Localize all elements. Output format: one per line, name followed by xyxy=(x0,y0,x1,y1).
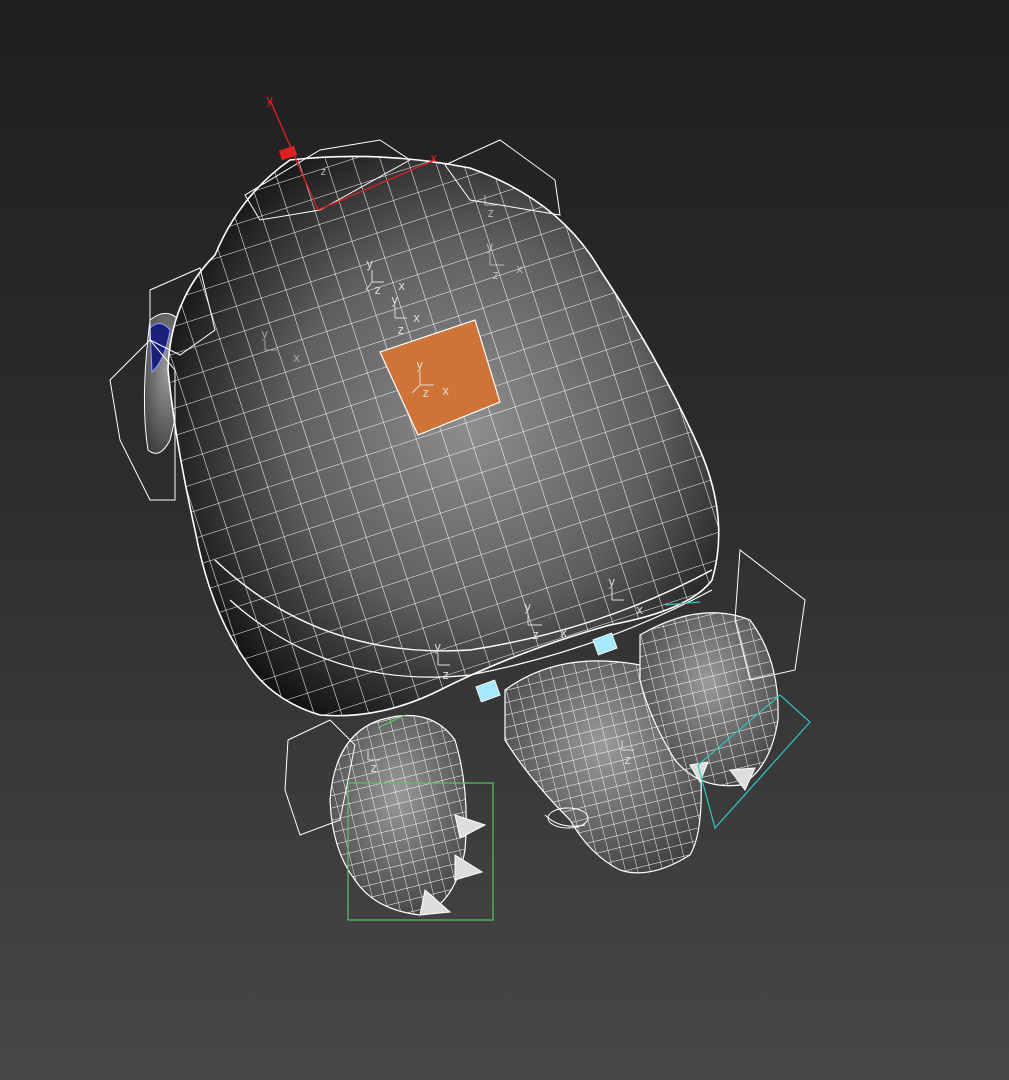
svg-text:x: x xyxy=(516,262,523,276)
svg-text:x: x xyxy=(636,603,643,617)
gizmo-y-label: y xyxy=(266,93,273,107)
svg-text:y: y xyxy=(416,358,423,372)
svg-text:z: z xyxy=(532,628,539,642)
svg-text:y: y xyxy=(366,257,373,271)
svg-text:x: x xyxy=(560,626,567,640)
svg-text:y: y xyxy=(524,600,531,614)
svg-text:x: x xyxy=(293,351,300,365)
svg-text:x: x xyxy=(398,279,405,293)
svg-text:z: z xyxy=(492,268,499,282)
svg-text:z: z xyxy=(487,206,494,220)
svg-text:z: z xyxy=(370,761,377,775)
gizmo-x-label: x xyxy=(430,151,437,165)
svg-text:z: z xyxy=(442,668,449,682)
svg-text:z: z xyxy=(624,753,631,767)
3d-viewport[interactable]: y x z y z x y x z y z x y z x z y x y z … xyxy=(0,0,1009,1080)
gizmo-z-label: z xyxy=(320,165,327,178)
turtle-model[interactable] xyxy=(143,130,800,930)
svg-text:x: x xyxy=(442,384,449,398)
svg-text:z: z xyxy=(422,386,429,400)
svg-text:y: y xyxy=(391,293,398,307)
svg-text:z: z xyxy=(374,283,381,297)
svg-text:y: y xyxy=(608,575,615,589)
svg-text:z: z xyxy=(397,323,404,337)
left-foot-mesh[interactable] xyxy=(300,690,500,930)
svg-text:y: y xyxy=(486,240,493,254)
svg-text:y: y xyxy=(261,327,268,341)
svg-text:x: x xyxy=(413,311,420,325)
svg-text:y: y xyxy=(434,640,441,654)
